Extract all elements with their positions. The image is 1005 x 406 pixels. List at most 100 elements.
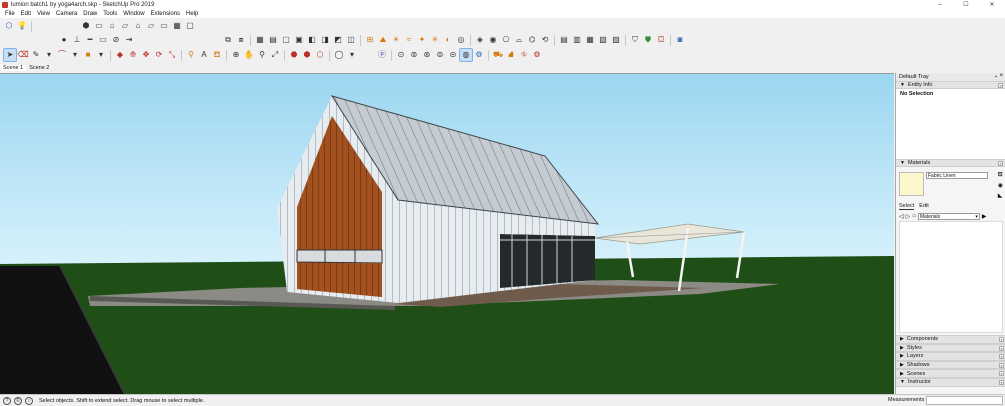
panel-instructor[interactable]: ▼ Instructor × bbox=[896, 377, 1005, 387]
right-view-icon[interactable]: ▱ bbox=[119, 20, 131, 32]
material-thumbnails[interactable] bbox=[899, 221, 1003, 333]
extension-manager-icon[interactable]: ⬡ bbox=[314, 49, 326, 61]
zoom-extents-icon[interactable]: ⤢ bbox=[269, 49, 281, 61]
minimize-button[interactable]: – bbox=[927, 0, 953, 9]
style-textured-icon[interactable]: ◨ bbox=[319, 34, 331, 46]
extension-warehouse-icon[interactable]: ⬡ bbox=[3, 20, 15, 32]
panel-entity-info[interactable]: ▼ Entity Info × bbox=[896, 81, 1005, 89]
drape-icon[interactable]: ⌓ bbox=[513, 34, 525, 46]
panel-close-icon[interactable]: × bbox=[999, 362, 1004, 368]
panel-close-icon[interactable]: × bbox=[999, 345, 1004, 351]
wireframe-style-icon[interactable]: ▢ bbox=[184, 20, 196, 32]
account-dropdown-icon[interactable]: ▾ bbox=[346, 49, 358, 61]
menu-edit[interactable]: Edit bbox=[18, 11, 34, 17]
move-icon[interactable]: ✥ bbox=[140, 49, 152, 61]
model-info-icon[interactable]: ▤ bbox=[558, 34, 570, 46]
layer-icon[interactable]: ◫ bbox=[345, 34, 357, 46]
compass-icon[interactable]: ✦ bbox=[416, 34, 428, 46]
material-swatch[interactable] bbox=[899, 172, 924, 196]
terrain-icon[interactable]: ⛰ bbox=[377, 34, 389, 46]
rectangle-icon[interactable]: ▭ bbox=[97, 34, 109, 46]
export-icon[interactable]: ⇥ bbox=[123, 34, 135, 46]
back-view-icon[interactable]: ⌂ bbox=[132, 20, 144, 32]
style-monochrome-icon[interactable]: ◩ bbox=[332, 34, 344, 46]
menu-view[interactable]: View bbox=[34, 11, 53, 17]
panel-layers[interactable]: ▶ Layers × bbox=[896, 352, 1005, 361]
line-icon[interactable]: ━ bbox=[84, 34, 96, 46]
credits-icon[interactable]: © bbox=[14, 396, 22, 405]
tab-select[interactable]: Select bbox=[899, 203, 915, 210]
look-around-icon[interactable]: ⊛ bbox=[421, 49, 433, 61]
close-button[interactable]: ✕ bbox=[979, 0, 1005, 9]
settings-gear-icon[interactable]: ⚙ bbox=[473, 49, 485, 61]
home-icon[interactable]: ⌂ bbox=[912, 213, 916, 219]
menu-help[interactable]: Help bbox=[183, 11, 201, 17]
union-icon[interactable]: ⛋ bbox=[655, 34, 667, 46]
shape-dropdown-icon[interactable]: ▾ bbox=[95, 49, 107, 61]
back-arrow-icon[interactable]: ◁ bbox=[899, 213, 904, 220]
dot-icon[interactable]: ● bbox=[58, 34, 70, 46]
panel-close-icon[interactable]: × bbox=[998, 161, 1003, 166]
layout-icon[interactable]: ▥ bbox=[571, 34, 583, 46]
menu-tools[interactable]: Tools bbox=[100, 11, 120, 17]
create-material-icon[interactable]: ◉ bbox=[998, 182, 1003, 189]
panel-close-icon[interactable]: × bbox=[999, 337, 1004, 342]
sketchup-tips-icon[interactable]: 💡 bbox=[16, 20, 28, 32]
warehouse-icon[interactable]: ⬣ bbox=[288, 49, 300, 61]
toggle-details-icon[interactable]: ◣ bbox=[998, 192, 1003, 199]
component-options-icon[interactable]: ⛘ bbox=[505, 49, 517, 61]
render-icon[interactable]: ◍ bbox=[459, 48, 473, 62]
front-view-icon[interactable]: ⌂ bbox=[106, 20, 118, 32]
model-viewport[interactable] bbox=[0, 73, 894, 394]
outliner-icon[interactable]: ▨ bbox=[610, 34, 622, 46]
iso-view-icon[interactable]: ⬢ bbox=[80, 20, 92, 32]
panel-materials[interactable]: ▼ Materials × bbox=[896, 159, 1005, 167]
scene-tab-2[interactable]: Scene 2 bbox=[26, 65, 52, 71]
sandbox-icon[interactable]: ◈ bbox=[474, 34, 486, 46]
sun-icon[interactable]: ☀ bbox=[390, 34, 402, 46]
style-xray-icon[interactable]: ▦ bbox=[254, 34, 266, 46]
guide-point-icon[interactable]: ⊥ bbox=[71, 34, 83, 46]
section-plane-icon[interactable]: ⊜ bbox=[434, 49, 446, 61]
rotate-icon[interactable]: ⟳ bbox=[153, 49, 165, 61]
style-shaded-icon[interactable]: ◧ bbox=[306, 34, 318, 46]
select-tool-icon[interactable]: ➤ bbox=[3, 48, 17, 62]
scene-tab-1[interactable]: Scene 1 bbox=[0, 65, 27, 71]
dynamic-component-icon[interactable]: ⛟ bbox=[492, 49, 504, 61]
zoom-icon[interactable]: ⚲ bbox=[256, 49, 268, 61]
left-view-icon[interactable]: ▱ bbox=[145, 20, 157, 32]
pencil-line-icon[interactable]: ✎ bbox=[30, 49, 42, 61]
menu-file[interactable]: File bbox=[2, 11, 18, 17]
details-icon[interactable]: ▶ bbox=[982, 213, 987, 220]
share-model-icon[interactable]: ⬢ bbox=[301, 49, 313, 61]
solid-tools-icon[interactable]: ⛉ bbox=[629, 34, 641, 46]
style-wireframe-icon[interactable]: ▢ bbox=[280, 34, 292, 46]
style-builder-icon[interactable]: ▦ bbox=[584, 34, 596, 46]
paint-bucket-icon[interactable]: ⛾ bbox=[998, 171, 1003, 179]
maximize-button[interactable]: ☐ bbox=[953, 0, 979, 9]
forward-arrow-icon[interactable]: ▷ bbox=[906, 213, 911, 220]
plugin-gear-icon[interactable]: ⚙ bbox=[531, 49, 543, 61]
shadow-icon[interactable]: ◐ bbox=[442, 34, 454, 46]
photo-match-icon[interactable]: ▧ bbox=[597, 34, 609, 46]
tape-measure-icon[interactable]: ⚲ bbox=[185, 49, 197, 61]
hide-icon[interactable]: ⊘ bbox=[110, 34, 122, 46]
component-icon[interactable]: ⧉ bbox=[222, 34, 234, 46]
push-pull-icon[interactable]: ◆ bbox=[114, 49, 126, 61]
fog-icon[interactable]: ≈ bbox=[403, 34, 415, 46]
add-location-icon[interactable]: ⊞ bbox=[364, 34, 376, 46]
style-hidden-line-icon[interactable]: ▣ bbox=[293, 34, 305, 46]
menu-extensions[interactable]: Extensions bbox=[148, 11, 183, 17]
menu-camera[interactable]: Camera bbox=[53, 11, 80, 17]
lumion-livesync-icon[interactable]: ◙ bbox=[674, 34, 686, 46]
component-attributes-icon[interactable]: ⛗ bbox=[518, 49, 530, 61]
intersect-icon[interactable]: ⛊ bbox=[642, 34, 654, 46]
menu-window[interactable]: Window bbox=[120, 11, 147, 17]
bottom-view-icon[interactable]: ▭ bbox=[158, 20, 170, 32]
walk-icon[interactable]: ⊚ bbox=[408, 49, 420, 61]
flip-edge-icon[interactable]: ⟲ bbox=[539, 34, 551, 46]
scale-icon[interactable]: ⤡ bbox=[166, 49, 178, 61]
panel-components[interactable]: ▶ Components × bbox=[896, 335, 1005, 344]
tab-edit[interactable]: Edit bbox=[919, 203, 928, 210]
user-account-icon[interactable]: ◯ bbox=[333, 49, 345, 61]
